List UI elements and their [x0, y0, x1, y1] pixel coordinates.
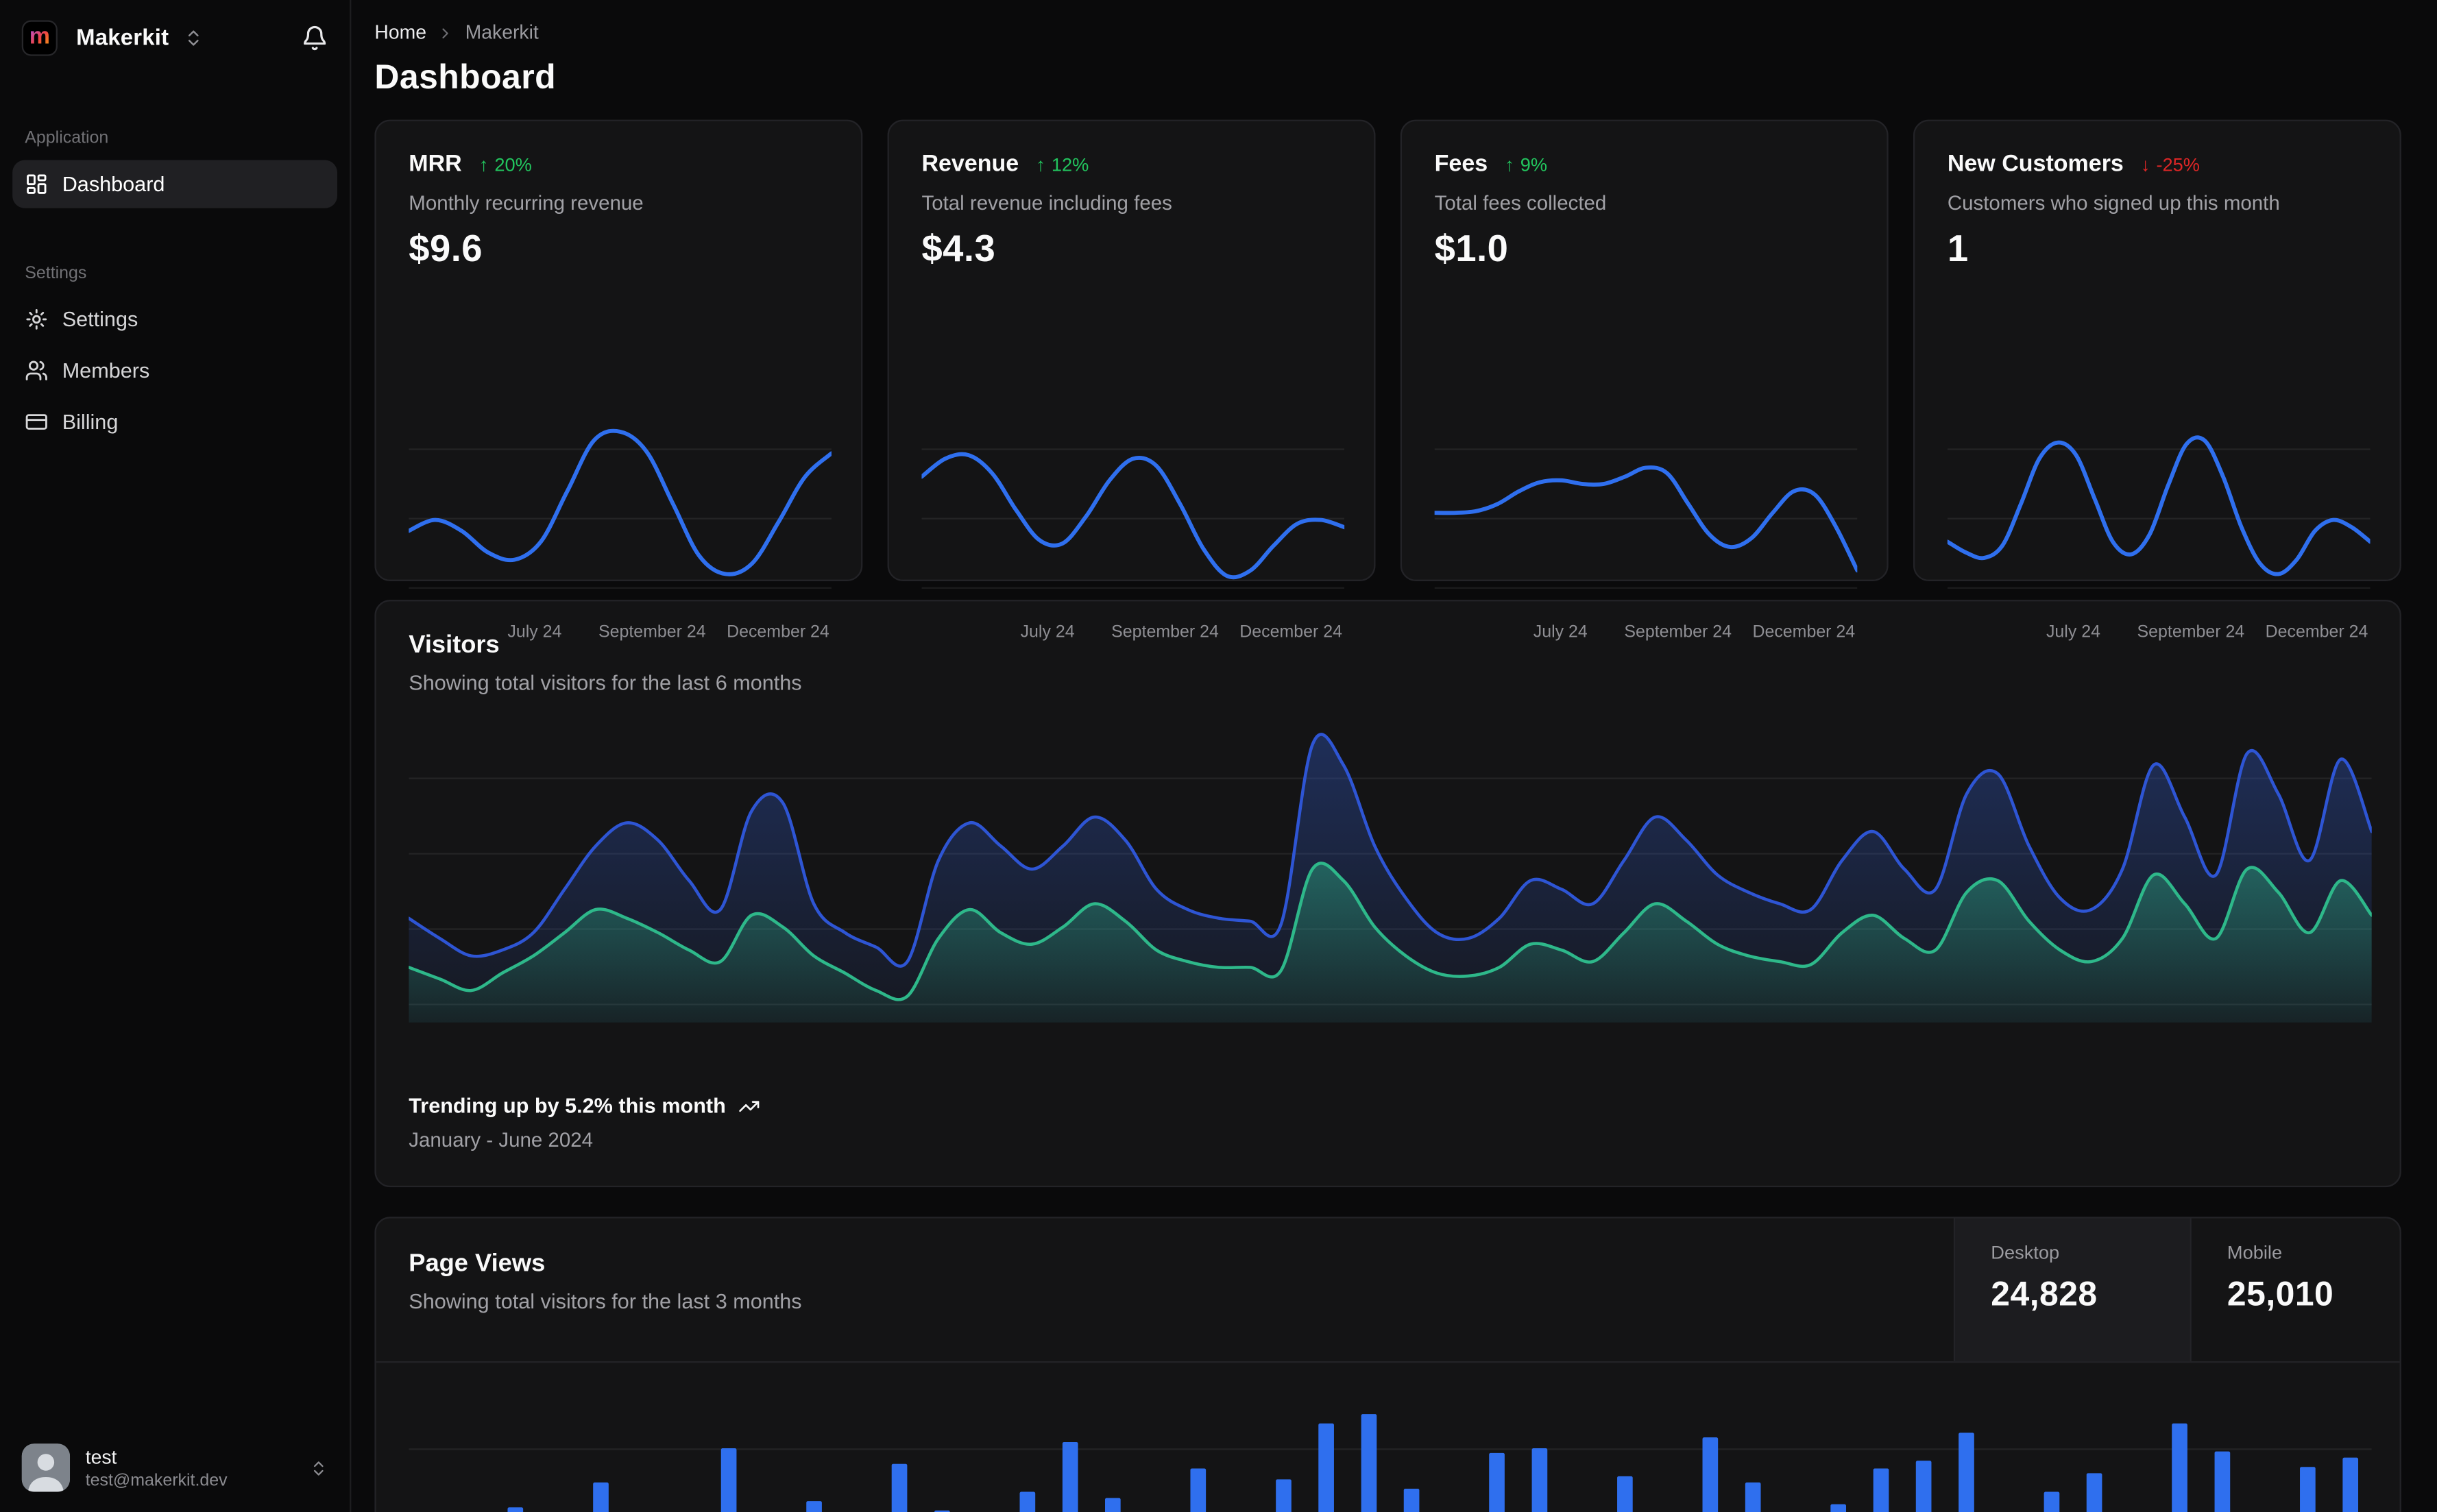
- sidebar-nav: Application Dashboard Settings Settings …: [0, 129, 350, 446]
- user-meta: test test@makerkit.dev: [86, 1446, 228, 1489]
- sparkline-chart: [1945, 417, 2373, 609]
- sidebar-item-members[interactable]: Members: [12, 347, 337, 395]
- stat-card-mrr: MRR ↑ 20% Monthly recurring revenue $9.6…: [374, 119, 863, 642]
- stat-card-fees: Fees ↑ 9% Total fees collected $1.0 July…: [1400, 119, 1889, 642]
- user-email: test@makerkit.dev: [85, 1470, 228, 1490]
- user-name: test: [85, 1446, 117, 1468]
- visitors-subtitle: Showing total visitors for the last 6 mo…: [409, 671, 802, 695]
- dashboard-grid-icon: [25, 173, 48, 196]
- sidebar-item-label: Members: [62, 358, 150, 382]
- users-icon: [25, 359, 48, 382]
- stat-title: Fees: [1434, 150, 1488, 178]
- stat-title: MRR: [409, 150, 462, 178]
- stat-value: $1.0: [1434, 228, 1509, 271]
- arrow-up-glyph: ↑: [1505, 153, 1514, 175]
- main-content: Home Makerkit Dashboard MRR ↑ 20% Monthl…: [351, 0, 2437, 1512]
- sidebar-item-settings[interactable]: Settings: [12, 295, 337, 343]
- makerkit-logo[interactable]: m: [21, 20, 58, 56]
- stat-value: 1: [1947, 228, 1969, 271]
- gear-icon: [25, 308, 48, 331]
- page-views-subtitle: Showing total visitors for the last 3 mo…: [409, 1289, 802, 1313]
- sparkline-axis: July 24 September 24 December 24: [1533, 623, 1856, 642]
- sidebar-item-label: Billing: [62, 410, 119, 434]
- chevron-right-icon: [437, 24, 454, 41]
- sparkline-chart: [1432, 417, 1860, 609]
- page-views-bar-chart: [376, 1363, 2400, 1512]
- trend-badge: ↑ 9%: [1505, 153, 1548, 175]
- stat-card-new-customers: New Customers ↓ -25% Customers who signe…: [1913, 119, 2401, 642]
- sidebar-item-billing[interactable]: Billing: [12, 398, 337, 446]
- arrow-up-glyph: ↑: [478, 153, 489, 175]
- nav-section-settings: Settings: [25, 264, 87, 283]
- trend-badge: ↓ -25%: [2140, 153, 2200, 175]
- trending-up-icon: [738, 1095, 760, 1117]
- sidebar-item-dashboard[interactable]: Dashboard: [12, 160, 337, 208]
- nav-section-application: Application: [25, 129, 109, 148]
- stat-card-revenue: Revenue ↑ 12% Total revenue including fe…: [887, 119, 1376, 642]
- sidebar-item-label: Settings: [62, 307, 138, 331]
- user-menu[interactable]: test test@makerkit.dev: [0, 1431, 350, 1512]
- bell-icon[interactable]: [302, 25, 328, 51]
- arrow-up-glyph: ↑: [1036, 153, 1045, 175]
- visitors-footer: Trending up by 5.2% this month January -…: [409, 1094, 2367, 1151]
- sparkline-axis: July 24 September 24 December 24: [507, 623, 829, 642]
- trend-text: Trending up by 5.2% this month: [409, 1094, 726, 1118]
- page-title: Dashboard: [374, 57, 557, 97]
- toggle-value: 24,828: [1991, 1274, 2098, 1313]
- stat-subtitle: Total revenue including fees: [921, 191, 1172, 215]
- toggle-label: Mobile: [2227, 1241, 2283, 1264]
- stat-cards-row: MRR ↑ 20% Monthly recurring revenue $9.6…: [374, 119, 2401, 642]
- breadcrumb-home-link[interactable]: Home: [374, 22, 426, 44]
- app-window: m Makerkit Application Dashboard Setting…: [0, 0, 2437, 1512]
- stat-subtitle: Monthly recurring revenue: [409, 191, 644, 215]
- visitors-area-chart: [407, 721, 2374, 1023]
- toggle-desktop[interactable]: Desktop 24,828: [1953, 1218, 2190, 1362]
- sidebar-header: m Makerkit: [0, 0, 350, 56]
- logo-letter: m: [29, 23, 50, 50]
- sparkline-chart: [407, 417, 834, 609]
- trend-badge: ↑ 20%: [478, 153, 532, 175]
- stat-subtitle: Total fees collected: [1434, 191, 1607, 215]
- sparkline-axis: July 24 September 24 December 24: [1020, 623, 1343, 642]
- date-range: January - June 2024: [409, 1128, 594, 1152]
- toggle-label: Desktop: [1991, 1241, 2060, 1264]
- stat-subtitle: Customers who signed up this month: [1947, 191, 2280, 215]
- stat-value: $4.3: [921, 228, 996, 271]
- page-views-header: Page Views Showing total visitors for th…: [376, 1218, 2400, 1363]
- sidebar-item-label: Dashboard: [62, 172, 165, 196]
- sparkline-chart: [919, 417, 1347, 609]
- user-avatar: [21, 1443, 71, 1492]
- stat-value: $9.6: [409, 228, 483, 271]
- sidebar: m Makerkit Application Dashboard Setting…: [0, 0, 352, 1512]
- page-views-title: Page Views: [409, 1251, 546, 1278]
- stat-title: New Customers: [1947, 150, 2124, 178]
- breadcrumb-current: Makerkit: [465, 21, 539, 44]
- chevrons-up-down-icon[interactable]: [309, 1459, 328, 1477]
- page-views-card: Page Views Showing total visitors for th…: [374, 1217, 2401, 1512]
- breadcrumb: Home Makerkit: [374, 22, 2401, 44]
- toggle-mobile[interactable]: Mobile 25,010: [2190, 1218, 2400, 1362]
- visitors-card: Visitors Showing total visitors for the …: [374, 600, 2401, 1188]
- toggle-value: 25,010: [2227, 1274, 2334, 1313]
- stat-title: Revenue: [921, 150, 1019, 178]
- sparkline-axis: July 24 September 24 December 24: [2046, 623, 2368, 642]
- chevrons-up-down-icon[interactable]: [183, 28, 203, 48]
- arrow-down-glyph: ↓: [2140, 153, 2150, 175]
- trend-badge: ↑ 12%: [1036, 153, 1089, 175]
- credit-card-icon: [25, 411, 48, 434]
- workspace-name[interactable]: Makerkit: [76, 25, 169, 50]
